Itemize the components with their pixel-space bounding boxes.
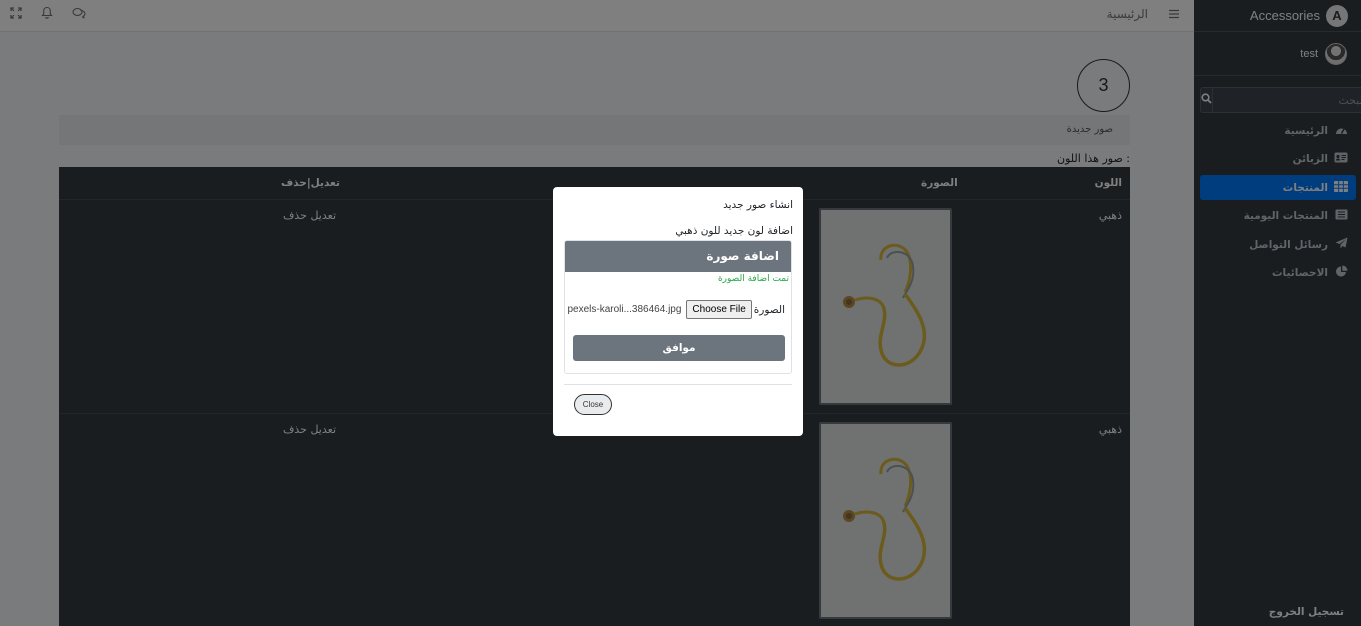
close-button[interactable]: Close: [574, 394, 612, 415]
file-upload-row: الصورة Choose File pexels-karoli...38646…: [567, 300, 785, 319]
card-header: اضافة صورة: [565, 241, 791, 272]
choose-file-button[interactable]: Choose File: [686, 300, 752, 319]
success-message: تمت اضافة الصورة: [717, 274, 789, 284]
selected-file-name: pexels-karoli...386464.jpg: [567, 304, 682, 315]
add-image-card: اضافة صورة تمت اضافة الصورة الصورة Choos…: [564, 240, 792, 374]
modal-divider: [564, 384, 792, 385]
file-label: الصورة: [753, 303, 785, 316]
modal-subtitle: اضافة لون جديد للون ذهبي: [675, 225, 793, 237]
submit-button[interactable]: موافق: [573, 335, 785, 361]
modal-title: انشاء صور جديد: [723, 199, 793, 211]
create-images-modal: انشاء صور جديد اضافة لون جديد للون ذهبي …: [553, 187, 803, 436]
